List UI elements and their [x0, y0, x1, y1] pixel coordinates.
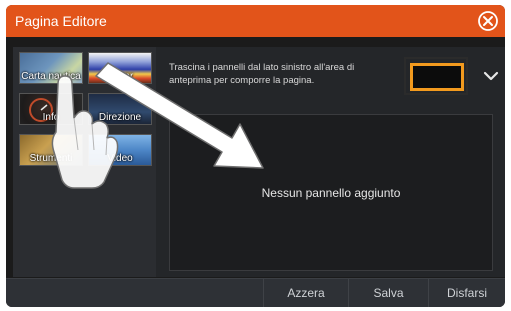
panel-steering[interactable]: Direzione [88, 93, 152, 125]
chevron-down-icon[interactable] [480, 65, 502, 87]
title-bar: Pagina Editore [6, 5, 505, 37]
empty-preview-message: Nessun pannello aggiunto [261, 186, 401, 200]
panel-label: Carta nautica [21, 71, 81, 82]
panel-label: Strumenti [29, 153, 73, 164]
editor-main-area: Trascina i pannelli dal lato sinistro al… [156, 47, 505, 277]
layout-selector[interactable] [404, 57, 468, 95]
panel-video[interactable]: Video [88, 134, 152, 166]
layout-preview-icon [410, 63, 464, 91]
panel-label: Info [42, 112, 60, 123]
panel-instruments[interactable]: Strumenti [19, 134, 83, 166]
panel-label: Video [107, 153, 133, 164]
dialog-title: Pagina Editore [15, 13, 107, 29]
panel-chart[interactable]: Carta nautica [19, 52, 83, 84]
panel-palette: Carta nautica Sonar Info Direzione Strum… [13, 47, 156, 277]
panel-label: Direzione [98, 112, 142, 123]
save-button[interactable]: Salva [349, 279, 428, 307]
bottom-toolbar: Azzera Salva Disfarsi [6, 278, 505, 307]
preview-area[interactable]: Nessun pannello aggiunto [169, 114, 493, 271]
panel-info[interactable]: Info [19, 93, 83, 125]
panel-label: Sonar [106, 71, 134, 82]
instructions-text: Trascina i pannelli dal lato sinistro al… [169, 62, 355, 86]
close-icon[interactable] [477, 10, 499, 32]
panel-sonar[interactable]: Sonar [88, 52, 152, 84]
page-editor-dialog: Pagina Editore Carta nautica Sonar Info … [6, 5, 505, 307]
reset-button[interactable]: Azzera [264, 279, 348, 307]
discard-button[interactable]: Disfarsi [429, 279, 505, 307]
